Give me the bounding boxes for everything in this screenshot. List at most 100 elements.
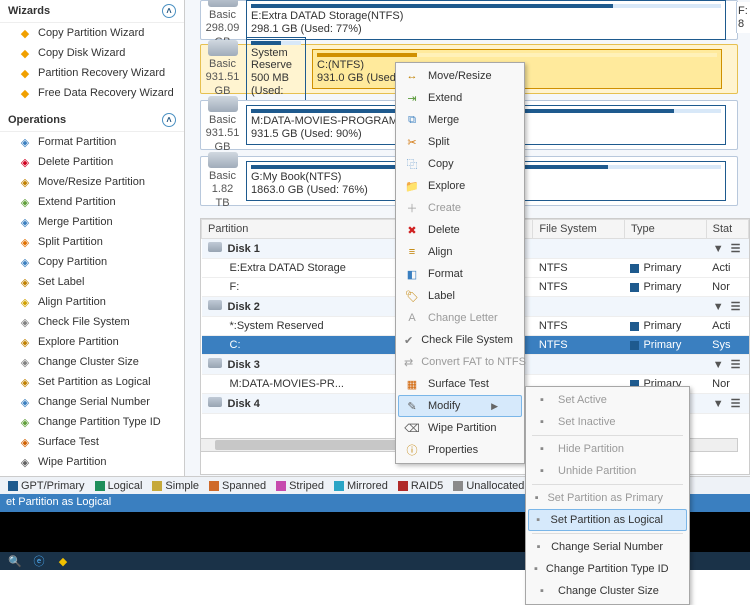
submenu-item[interactable]: ▪ Change Partition Type ID [528, 558, 687, 580]
row-expand-icon[interactable]: ▼ ☰ [713, 358, 743, 371]
chevron-up-icon[interactable]: ˄ [162, 4, 176, 18]
menu-item[interactable]: 🏷 Label [398, 285, 522, 307]
menu-item-icon: ▦ [404, 376, 420, 392]
sidebar-item-wizard[interactable]: ◆ Free Data Recovery Wizard [0, 83, 184, 103]
table-column-header[interactable]: File System [533, 220, 625, 239]
menu-separator [532, 484, 683, 485]
sidebar-item-label: Set Label [38, 276, 84, 288]
partition-box[interactable]: System Reserve 500 MB (Used: [246, 37, 306, 102]
submenu-item-icon: ▪ [534, 539, 543, 555]
operation-icon: ◈ [18, 195, 32, 209]
disk-icon [208, 397, 222, 407]
legend-item: Unallocated [453, 480, 524, 492]
menu-item[interactable]: ⓘ Properties [398, 439, 522, 461]
legend-item: GPT/Primary [8, 480, 85, 492]
sidebar-item-operation[interactable]: ◈ Format Partition [0, 132, 184, 152]
menu-item-label: Label [428, 290, 455, 302]
menu-item-icon: 📁 [404, 178, 420, 194]
menu-item[interactable]: ⿻ Copy [398, 153, 522, 175]
sidebar-item-operation[interactable]: ◈ Change Serial Number [0, 392, 184, 412]
disk-size: 1.82 TB [205, 183, 240, 209]
cell-fs: NTFS [533, 336, 625, 355]
partition-title: System Reserve [251, 47, 301, 72]
partition-box[interactable]: E:Extra DATAD Storage(NTFS) 298.1 GB (Us… [246, 0, 726, 39]
disk-icon [208, 358, 222, 368]
submenu-item-icon: ▪ [534, 561, 538, 577]
table-column-header[interactable]: Type [624, 220, 706, 239]
sidebar-item-label: Align Partition [38, 296, 106, 308]
chevron-up-icon[interactable]: ˄ [162, 113, 176, 127]
menu-item[interactable]: ⇥ Extend [398, 87, 522, 109]
menu-item[interactable]: ↔ Move/Resize [398, 65, 522, 87]
cell-partition: C: [202, 336, 397, 355]
disk-icon [208, 300, 222, 310]
operations-header[interactable]: Operations ˄ [0, 109, 184, 132]
row-expand-icon[interactable]: ▼ ☰ [713, 397, 743, 410]
submenu-item-icon: ▪ [534, 414, 550, 430]
sidebar-item-operation[interactable]: ◈ Align Partition [0, 292, 184, 312]
cell-partition: F: [202, 278, 397, 297]
taskbar-app-icon[interactable]: ◆ [52, 553, 74, 569]
menu-item-icon: ✎ [404, 398, 420, 414]
sidebar-item-wizard[interactable]: ◆ Copy Partition Wizard [0, 23, 184, 43]
submenu-item-label: Change Cluster Size [558, 585, 659, 597]
operation-icon: ◈ [18, 415, 32, 429]
disk-icon [208, 242, 222, 252]
row-expand-icon[interactable]: ▼ ☰ [713, 300, 743, 313]
wizard-icon: ◆ [18, 46, 32, 60]
menu-item[interactable]: ✂ Split [398, 131, 522, 153]
sidebar-item-operation[interactable]: ◈ Check File System [0, 312, 184, 332]
sidebar-item-operation[interactable]: ◈ Set Label [0, 272, 184, 292]
taskbar-ie-icon[interactable]: ⓔ [28, 553, 50, 569]
taskbar-search-icon[interactable]: 🔍 [4, 553, 26, 569]
context-menu[interactable]: ↔ Move/Resize ⇥ Extend ⧉ Merge ✂ Split ⿻… [395, 62, 525, 464]
menu-item-label: Properties [428, 444, 478, 456]
menu-item[interactable]: ✎ Modify ▶ [398, 395, 522, 417]
menu-item[interactable]: ≡ Align [398, 241, 522, 263]
submenu-item-label: Change Partition Type ID [546, 563, 669, 575]
menu-item-label: Check File System [421, 334, 513, 346]
submenu-item[interactable]: ▪ Change Cluster Size [528, 580, 687, 602]
table-column-header[interactable]: Partition [202, 220, 397, 239]
menu-separator [532, 435, 683, 436]
sidebar-item-operation[interactable]: ◈ Split Partition [0, 232, 184, 252]
menu-item[interactable]: 📁 Explore [398, 175, 522, 197]
wizards-header[interactable]: Wizards ˄ [0, 0, 184, 23]
menu-item[interactable]: ▦ Surface Test [398, 373, 522, 395]
submenu-item[interactable]: ▪ Set Partition as Logical [528, 509, 687, 531]
menu-item[interactable]: ⌫ Wipe Partition [398, 417, 522, 439]
sidebar-item-label: Copy Partition Wizard [38, 27, 144, 39]
disk-size: 931.51 GB [205, 127, 240, 153]
menu-item[interactable]: ✔ Check File System [398, 329, 522, 351]
sidebar-item-operation[interactable]: ◈ Extend Partition [0, 192, 184, 212]
sidebar-item-operation[interactable]: ◈ Set Partition as Logical [0, 372, 184, 392]
legend-swatch [95, 481, 105, 491]
sidebar-item-label: Split Partition [38, 236, 103, 248]
table-column-header[interactable]: Stat [706, 220, 748, 239]
sidebar-item-operation[interactable]: ◈ Change Cluster Size [0, 352, 184, 372]
sidebar-item-operation[interactable]: ◈ Delete Partition [0, 152, 184, 172]
menu-item[interactable]: ◧ Format [398, 263, 522, 285]
menu-item-icon: ⿻ [404, 156, 420, 172]
sidebar-item-wizard[interactable]: ◆ Partition Recovery Wizard [0, 63, 184, 83]
sidebar-item-operation[interactable]: ◈ Merge Partition [0, 212, 184, 232]
sidebar-item-operation[interactable]: ◈ Copy Partition [0, 252, 184, 272]
disk-card[interactable]: Basic 298.09 GB E:Extra DATAD Storage(NT… [200, 0, 738, 40]
menu-item[interactable]: ✖ Delete [398, 219, 522, 241]
row-expand-icon[interactable]: ▼ ☰ [713, 242, 743, 255]
legend-item: Logical [95, 480, 143, 492]
menu-item[interactable]: ⧉ Merge [398, 109, 522, 131]
operation-icon: ◈ [18, 255, 32, 269]
menu-separator [532, 533, 683, 534]
modify-submenu[interactable]: ▪ Set Active ▪ Set Inactive ▪ Hide Parti… [525, 386, 690, 605]
sidebar-item-operation[interactable]: ◈ Explore Partition [0, 332, 184, 352]
submenu-item[interactable]: ▪ Change Serial Number [528, 536, 687, 558]
sidebar-item-operation[interactable]: ◈ Wipe Partition [0, 452, 184, 472]
cell-status: Acti [706, 259, 748, 278]
sidebar-item-operation[interactable]: ◈ Move/Resize Partition [0, 172, 184, 192]
sidebar-item-operation[interactable]: ◈ Change Partition Type ID [0, 412, 184, 432]
sidebar-item-wizard[interactable]: ◆ Copy Disk Wizard [0, 43, 184, 63]
submenu-arrow-icon: ▶ [491, 401, 498, 412]
wizard-icon: ◆ [18, 86, 32, 100]
sidebar-item-operation[interactable]: ◈ Surface Test [0, 432, 184, 452]
